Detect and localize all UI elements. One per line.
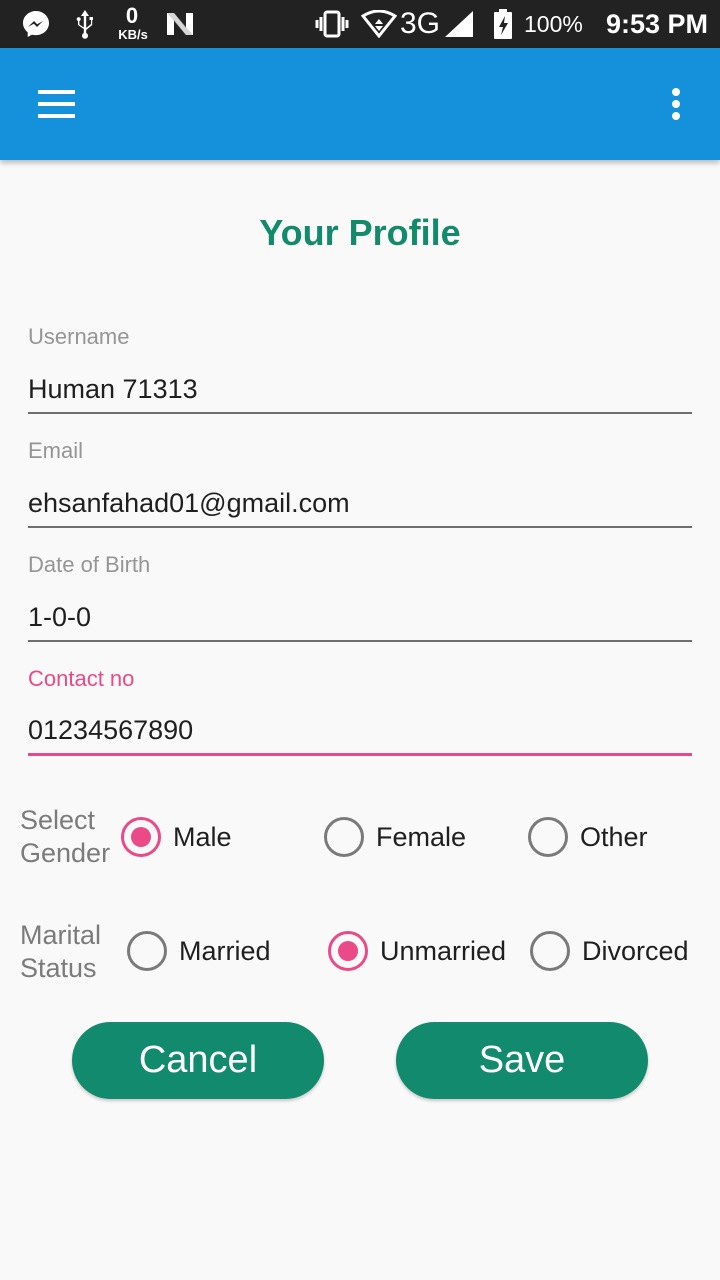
gender-radio-male[interactable]: Male (121, 807, 232, 867)
radio-label: Female (376, 821, 467, 852)
save-button[interactable]: Save (396, 1022, 648, 1099)
n-notification-icon (164, 0, 196, 48)
radio-checked-icon (121, 817, 161, 857)
marital-label-line2: Status (20, 953, 97, 983)
gender-group-label: Select Gender (20, 804, 130, 870)
radio-label: Other (580, 821, 648, 852)
gender-radio-other[interactable]: Other (528, 807, 648, 867)
marital-radio-divorced[interactable]: Divorced (530, 921, 689, 981)
email-input[interactable] (28, 480, 692, 528)
battery-percent: 100% (524, 11, 583, 37)
radio-unchecked-icon (530, 931, 570, 971)
page-title: Your Profile (259, 212, 461, 253)
contact-label: Contact no (28, 666, 135, 691)
dob-input[interactable] (28, 594, 692, 642)
gender-label-line1: Select (20, 805, 96, 835)
email-label: Email (28, 438, 84, 463)
gender-radio-female[interactable]: Female (324, 807, 466, 867)
radio-label: Married (179, 935, 271, 966)
clock: 9:53 PM (605, 9, 708, 39)
gender-label-line2: Gender (20, 838, 111, 868)
cancel-button[interactable]: Cancel (72, 1022, 324, 1099)
contact-field-group: Contact no (28, 664, 692, 756)
network-type: 3G (400, 7, 441, 40)
app-bar (0, 48, 720, 160)
dob-field-group: Date of Birth (28, 550, 692, 642)
marital-radio-married[interactable]: Married (127, 921, 271, 981)
marital-label-line1: Marital (20, 920, 102, 950)
radio-unchecked-icon (528, 817, 568, 857)
contact-input[interactable] (28, 708, 692, 756)
radio-checked-icon (328, 931, 368, 971)
signal-icon (442, 0, 476, 48)
more-vert-icon[interactable] (656, 78, 696, 130)
dob-label: Date of Birth (28, 552, 151, 577)
battery-charging-icon (490, 0, 516, 48)
username-input[interactable] (28, 366, 692, 414)
status-bar: 0 KB/s 3G 100% 9:53 PM (0, 0, 720, 48)
usb-icon (72, 0, 98, 48)
username-label: Username (28, 324, 130, 349)
vibrate-icon (312, 0, 352, 48)
email-field-group: Email (28, 436, 692, 528)
wifi-data-icon (360, 0, 398, 48)
hamburger-menu-icon[interactable] (28, 78, 84, 130)
radio-label: Divorced (582, 935, 689, 966)
radio-label: Male (173, 821, 232, 852)
messenger-icon (18, 0, 54, 48)
marital-radio-unmarried[interactable]: Unmarried (328, 921, 506, 981)
radio-unchecked-icon (127, 931, 167, 971)
username-field-group: Username (28, 322, 692, 414)
marital-group-label: Marital Status (20, 919, 130, 985)
radio-label: Unmarried (380, 935, 507, 966)
radio-unchecked-icon (324, 817, 364, 857)
